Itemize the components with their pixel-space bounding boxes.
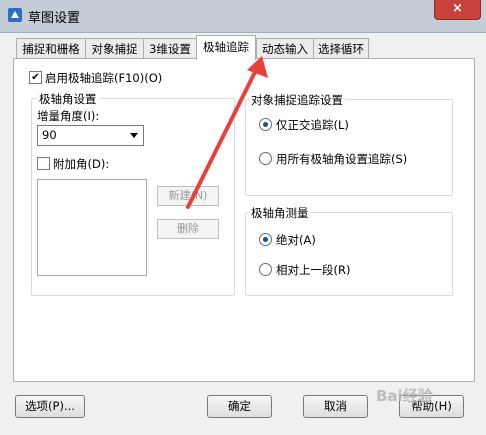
increment-angle-value: 90 bbox=[42, 128, 57, 142]
tab-dynamic-input[interactable]: 动态输入 bbox=[256, 38, 314, 59]
increment-angle-select[interactable]: 90 bbox=[37, 125, 144, 146]
window-title: 草图设置 bbox=[28, 11, 81, 26]
ok-button[interactable]: 确定 bbox=[207, 395, 272, 418]
radio-selected-dot bbox=[263, 237, 268, 242]
measurement-group bbox=[245, 212, 453, 296]
all-polar-tracking-label: 用所有极轴角设置追踪(S) bbox=[276, 152, 408, 166]
options-button[interactable]: 选项(P)... bbox=[15, 395, 85, 418]
increment-angle-label: 增量角度(I): bbox=[37, 109, 100, 123]
measurement-title: 极轴角测量 bbox=[249, 205, 311, 221]
tab-3d-settings[interactable]: 3维设置 bbox=[143, 38, 197, 59]
radio-relative[interactable] bbox=[259, 263, 272, 276]
snap-tracking-group bbox=[245, 99, 453, 196]
radio-ortho-tracking[interactable] bbox=[259, 118, 272, 131]
enable-polar-checkbox[interactable]: ✔ bbox=[29, 71, 42, 84]
additional-angle-label: 附加角(D): bbox=[53, 157, 110, 171]
polar-angle-group-title: 极轴角设置 bbox=[37, 91, 99, 107]
watermark: Bai经验 bbox=[376, 387, 433, 405]
tab-object-snap[interactable]: 对象捕捉 bbox=[85, 38, 144, 59]
absolute-label: 绝对(A) bbox=[276, 233, 316, 247]
cancel-button[interactable]: 取消 bbox=[303, 395, 368, 418]
radio-all-polar-tracking[interactable] bbox=[259, 152, 272, 165]
title-bar: 草图设置 × bbox=[0, 0, 486, 33]
additional-angle-checkbox[interactable] bbox=[37, 157, 50, 170]
new-angle-button[interactable]: 新建(N) bbox=[157, 186, 219, 206]
enable-polar-label: 启用极轴追踪(F10)(O) bbox=[45, 71, 163, 85]
chevron-down-icon bbox=[130, 133, 138, 138]
additional-angle-list[interactable] bbox=[37, 179, 147, 276]
app-icon bbox=[8, 8, 22, 22]
close-button[interactable]: × bbox=[434, 0, 481, 20]
tab-polar-tracking[interactable]: 极轴追踪 bbox=[196, 35, 256, 60]
radio-selected-dot bbox=[263, 122, 268, 127]
tab-selection-cycling[interactable]: 选择循环 bbox=[313, 38, 369, 59]
ortho-tracking-label: 仅正交追踪(L) bbox=[276, 118, 349, 132]
relative-label: 相对上一段(R) bbox=[276, 263, 351, 277]
radio-absolute[interactable] bbox=[259, 233, 272, 246]
tab-snap-grid[interactable]: 捕捉和栅格 bbox=[16, 38, 86, 59]
snap-tracking-title: 对象捕捉追踪设置 bbox=[249, 92, 345, 108]
close-icon: × bbox=[452, 1, 463, 16]
delete-angle-button[interactable]: 删除 bbox=[157, 219, 219, 239]
